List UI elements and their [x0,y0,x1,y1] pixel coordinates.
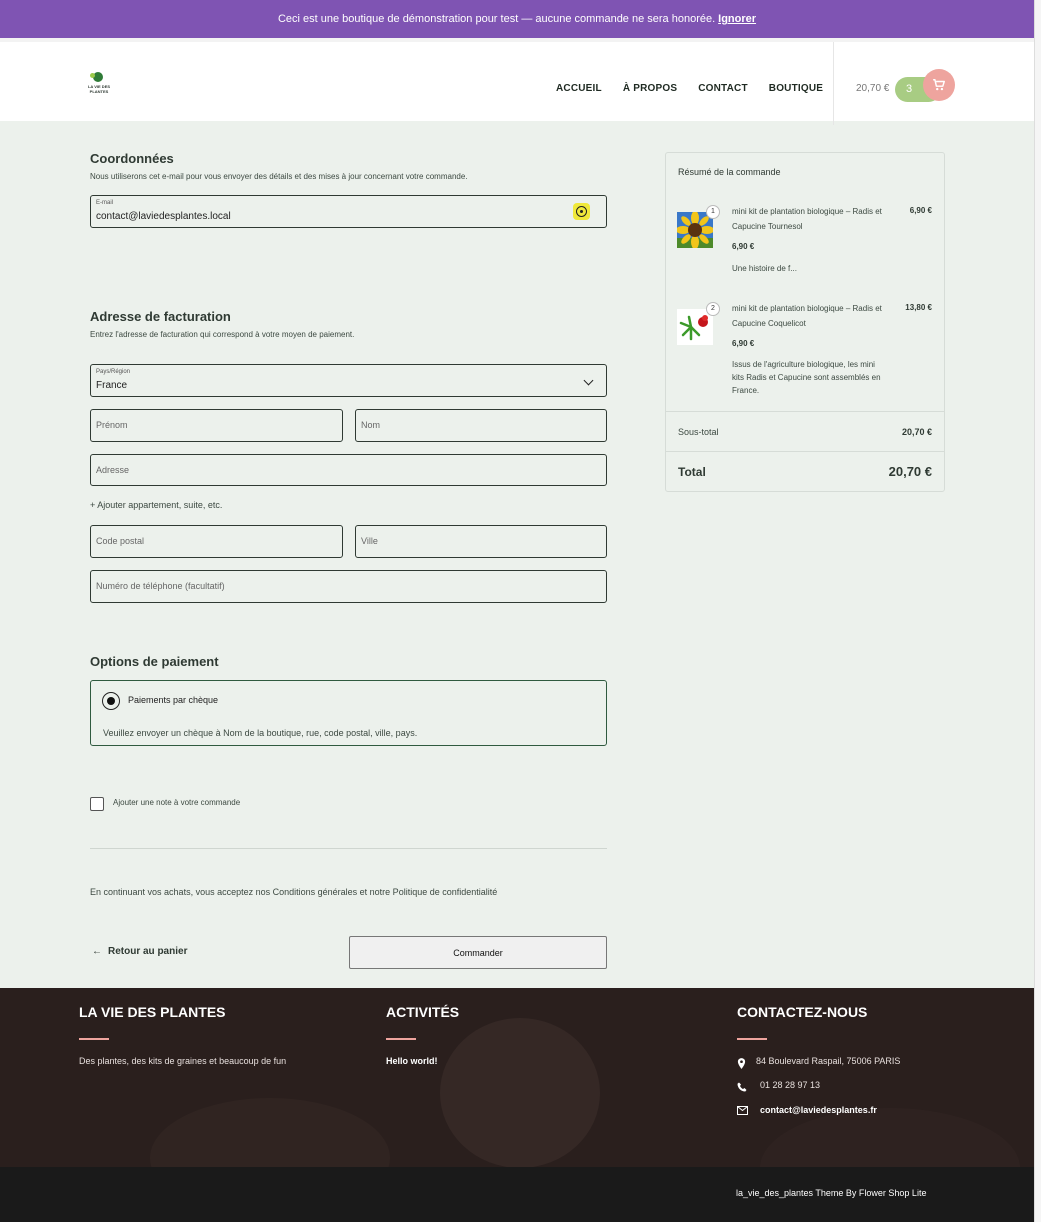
phone-placeholder: Numéro de téléphone (facultatif) [96,581,225,591]
email-field[interactable]: E-mail contact@laviedesplantes.local [90,195,607,228]
subtotal-value: 20,70 € [901,427,932,437]
city-placeholder: Ville [361,536,378,546]
payment-title: Options de paiement [90,654,219,669]
item-unit-price: 6,90 € [732,242,755,251]
chevron-down-icon [583,375,594,386]
order-note-label[interactable]: Ajouter une note à votre commande [113,798,240,807]
site-header: LA VIE DES PLANTES ACCUEIL À PROPOS CONT… [0,38,1034,125]
item-price: 6,90 € [909,206,932,215]
footer-address: 84 Boulevard Raspail, 75006 PARIS [756,1056,901,1066]
total-value: 20,70 € [888,464,932,479]
last-name-placeholder: Nom [361,420,381,430]
email-value: contact@laviedesplantes.local [96,211,231,222]
payment-radio[interactable] [102,692,120,710]
payment-option-cheque[interactable]: Paiements par chèque Veuillez envoyer un… [90,680,607,746]
item-name: mini kit de plantation biologique – Radi… [732,304,882,328]
site-footer: LA VIE DES PLANTES Des plantes, des kits… [0,988,1034,1167]
dismiss-banner-link[interactable]: Ignorer [718,13,756,25]
header-divider [833,42,834,125]
item-name: mini kit de plantation biologique – Radi… [732,207,882,231]
add-apartment-link[interactable]: + Ajouter appartement, suite, etc. [90,500,222,510]
demo-store-banner: Ceci est une boutique de démonstration p… [0,0,1034,38]
country-value: France [96,380,128,391]
item-description: Une histoire de f... [732,264,797,273]
footer-title-underline [79,1038,109,1040]
last-name-field[interactable]: Nom [355,409,607,442]
total-label: Total [678,465,706,479]
page-scrollbar[interactable] [1034,0,1041,1222]
contact-desc: Nous utiliserons cet e-mail pour vous en… [90,172,468,181]
order-summary: Résumé de la commande 1 mini kit de plan… [665,152,945,492]
footer-background-image [760,1108,1020,1167]
order-note-checkbox[interactable] [90,797,104,811]
nav-shop[interactable]: BOUTIQUE [769,83,823,94]
billing-desc: Entrez l'adresse de facturation qui corr… [90,330,355,339]
logo-sprout-icon [90,73,95,78]
item-unit-price: 6,90 € [732,339,755,348]
country-select[interactable]: Pays/Région France [90,364,607,397]
theme-credit[interactable]: la_vie_des_plantes Theme By Flower Shop … [736,1188,926,1198]
first-name-placeholder: Prénom [96,420,128,430]
quantity-badge: 1 [706,205,720,219]
nav-home[interactable]: ACCUEIL [556,83,602,94]
arrow-left-icon: ← [92,946,102,957]
payment-method-desc: Veuillez envoyer un chèque à Nom de la b… [103,728,418,738]
address-placeholder: Adresse [96,465,130,475]
billing-title: Adresse de facturation [90,309,231,324]
subtotal-label: Sous-total [678,427,719,437]
email-label: E-mail [96,200,114,206]
summary-divider [666,451,944,452]
postcode-field[interactable]: Code postal [90,525,343,558]
footer-email-link[interactable]: contact@laviedesplantes.fr [760,1105,877,1115]
quantity-badge: 2 [706,302,720,316]
contact-title: Coordonnées [90,151,174,166]
footer-bottom-bar: la_vie_des_plantes Theme By Flower Shop … [0,1167,1034,1222]
footer-post-link[interactable]: Hello world! [386,1056,438,1066]
summary-title: Résumé de la commande [678,167,781,177]
logo-text: LA VIE DES PLANTES [87,84,111,94]
footer-background-image [440,1018,600,1167]
phone-icon [737,1082,747,1092]
item-price: 13,80 € [905,303,932,312]
footer-background-image [150,1098,390,1167]
back-to-cart-link[interactable]: ← Retour au panier [92,946,187,957]
footer-about-title: LA VIE DES PLANTES [79,1004,226,1020]
address-field[interactable]: Adresse [90,454,607,486]
postcode-placeholder: Code postal [96,536,145,546]
city-field[interactable]: Ville [355,525,607,558]
terms-text: En continuant vos achats, vous acceptez … [90,887,498,897]
place-order-button[interactable]: Commander [349,936,607,969]
footer-contact-title: CONTACTEZ-NOUS [737,1004,868,1020]
banner-text: Ceci est une boutique de démonstration p… [277,13,716,25]
cart-total[interactable]: 20,70 € [856,83,889,94]
nav-contact[interactable]: CONTACT [698,83,748,94]
payment-method-label: Paiements par chèque [128,695,219,705]
footer-title-underline [737,1038,767,1040]
main-nav: ACCUEIL À PROPOS CONTACT BOUTIQUE [556,83,823,94]
footer-activities-title: ACTIVITÉS [386,1004,460,1020]
footer-phone: 01 28 28 97 13 [760,1080,821,1090]
summary-divider [666,411,944,412]
country-label: Pays/Région [96,369,131,375]
nav-about[interactable]: À PROPOS [623,83,677,94]
autofill-target-icon[interactable] [573,203,590,220]
phone-field[interactable]: Numéro de téléphone (facultatif) [90,570,607,603]
cart-button[interactable] [923,69,955,101]
footer-title-underline [386,1038,416,1040]
first-name-field[interactable]: Prénom [90,409,343,442]
envelope-icon [737,1106,748,1116]
back-to-cart-label: Retour au panier [108,946,188,957]
map-pin-icon [737,1058,747,1069]
footer-about-text: Des plantes, des kits de graines et beau… [79,1056,287,1066]
cart-icon [933,79,945,91]
item-description: Issus de l'agriculture biologique, les m… [732,360,881,395]
divider [90,848,607,849]
site-logo[interactable]: LA VIE DES PLANTES [86,72,110,98]
